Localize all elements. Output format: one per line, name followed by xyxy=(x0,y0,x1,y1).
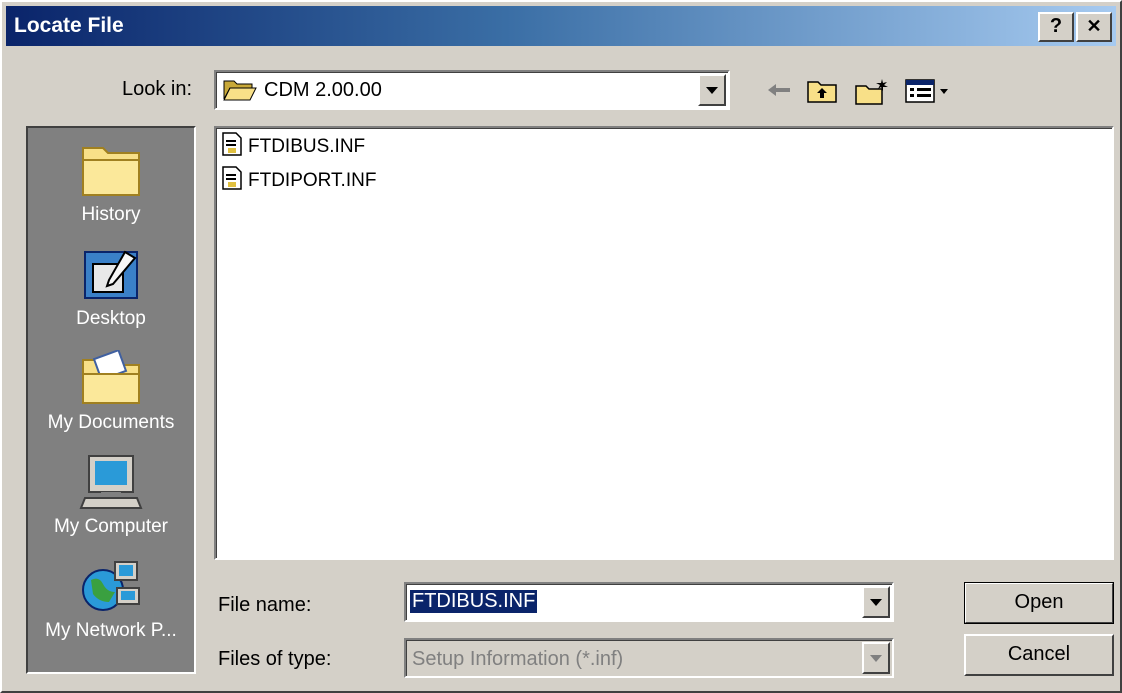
place-my-computer[interactable]: My Computer xyxy=(28,454,194,538)
place-label: History xyxy=(81,204,141,225)
place-network[interactable]: My Network P... xyxy=(28,558,194,642)
inf-file-icon xyxy=(222,132,248,162)
place-label: My Documents xyxy=(47,412,175,433)
inf-file-icon xyxy=(222,166,248,196)
look-in-dropdown-arrow[interactable] xyxy=(698,74,726,106)
file-type-value: Setup Information (*.inf) xyxy=(412,648,624,670)
place-label: My Computer xyxy=(53,516,169,537)
desktop-icon xyxy=(28,246,194,302)
file-type-label: Files of type: xyxy=(218,648,332,670)
new-folder-icon[interactable] xyxy=(854,78,890,112)
file-type-combo[interactable]: Setup Information (*.inf) xyxy=(404,638,894,678)
look-in-combo[interactable]: CDM 2.00.00 xyxy=(214,70,730,110)
close-button[interactable]: ✕ xyxy=(1076,12,1112,42)
place-label: My Network P... xyxy=(45,620,177,641)
locate-file-dialog: Locate File ? ✕ Look in: CDM 2.00.00 His… xyxy=(0,0,1122,693)
back-icon[interactable] xyxy=(764,78,794,108)
open-button[interactable]: Open xyxy=(964,582,1114,624)
title-bar[interactable]: Locate File ? ✕ xyxy=(6,6,1116,46)
look-in-label: Look in: xyxy=(122,78,193,100)
view-menu-icon[interactable] xyxy=(904,78,952,110)
look-in-value: CDM 2.00.00 xyxy=(264,79,382,101)
places-bar: History Desktop My Documents My Computer… xyxy=(26,126,196,674)
file-type-dropdown-arrow[interactable] xyxy=(862,642,890,674)
my-computer-icon xyxy=(28,454,194,510)
file-name-input[interactable]: FTDIBUS.INF xyxy=(410,590,538,613)
help-button[interactable]: ? xyxy=(1038,12,1074,42)
list-item[interactable]: FTDIBUS.INF xyxy=(222,132,366,162)
file-list[interactable]: FTDIBUS.INF FTDIPORT.INF xyxy=(214,126,1114,560)
up-folder-icon[interactable] xyxy=(806,78,838,110)
network-places-icon xyxy=(28,558,194,614)
place-history[interactable]: History xyxy=(28,142,194,226)
place-label: Desktop xyxy=(76,308,146,329)
place-my-documents[interactable]: My Documents xyxy=(28,350,194,434)
file-name-dropdown-arrow[interactable] xyxy=(862,586,890,618)
list-item[interactable]: FTDIPORT.INF xyxy=(222,166,377,196)
cancel-button[interactable]: Cancel xyxy=(964,634,1114,676)
file-name: FTDIBUS.INF xyxy=(248,136,366,157)
file-name-combo[interactable]: FTDIBUS.INF xyxy=(404,582,894,622)
file-name: FTDIPORT.INF xyxy=(248,170,377,191)
window-title: Locate File xyxy=(14,14,124,37)
place-desktop[interactable]: Desktop xyxy=(28,246,194,330)
my-documents-icon xyxy=(28,350,194,406)
open-folder-icon xyxy=(222,77,258,109)
file-name-label: File name: xyxy=(218,594,312,616)
history-folder-icon xyxy=(28,142,194,198)
